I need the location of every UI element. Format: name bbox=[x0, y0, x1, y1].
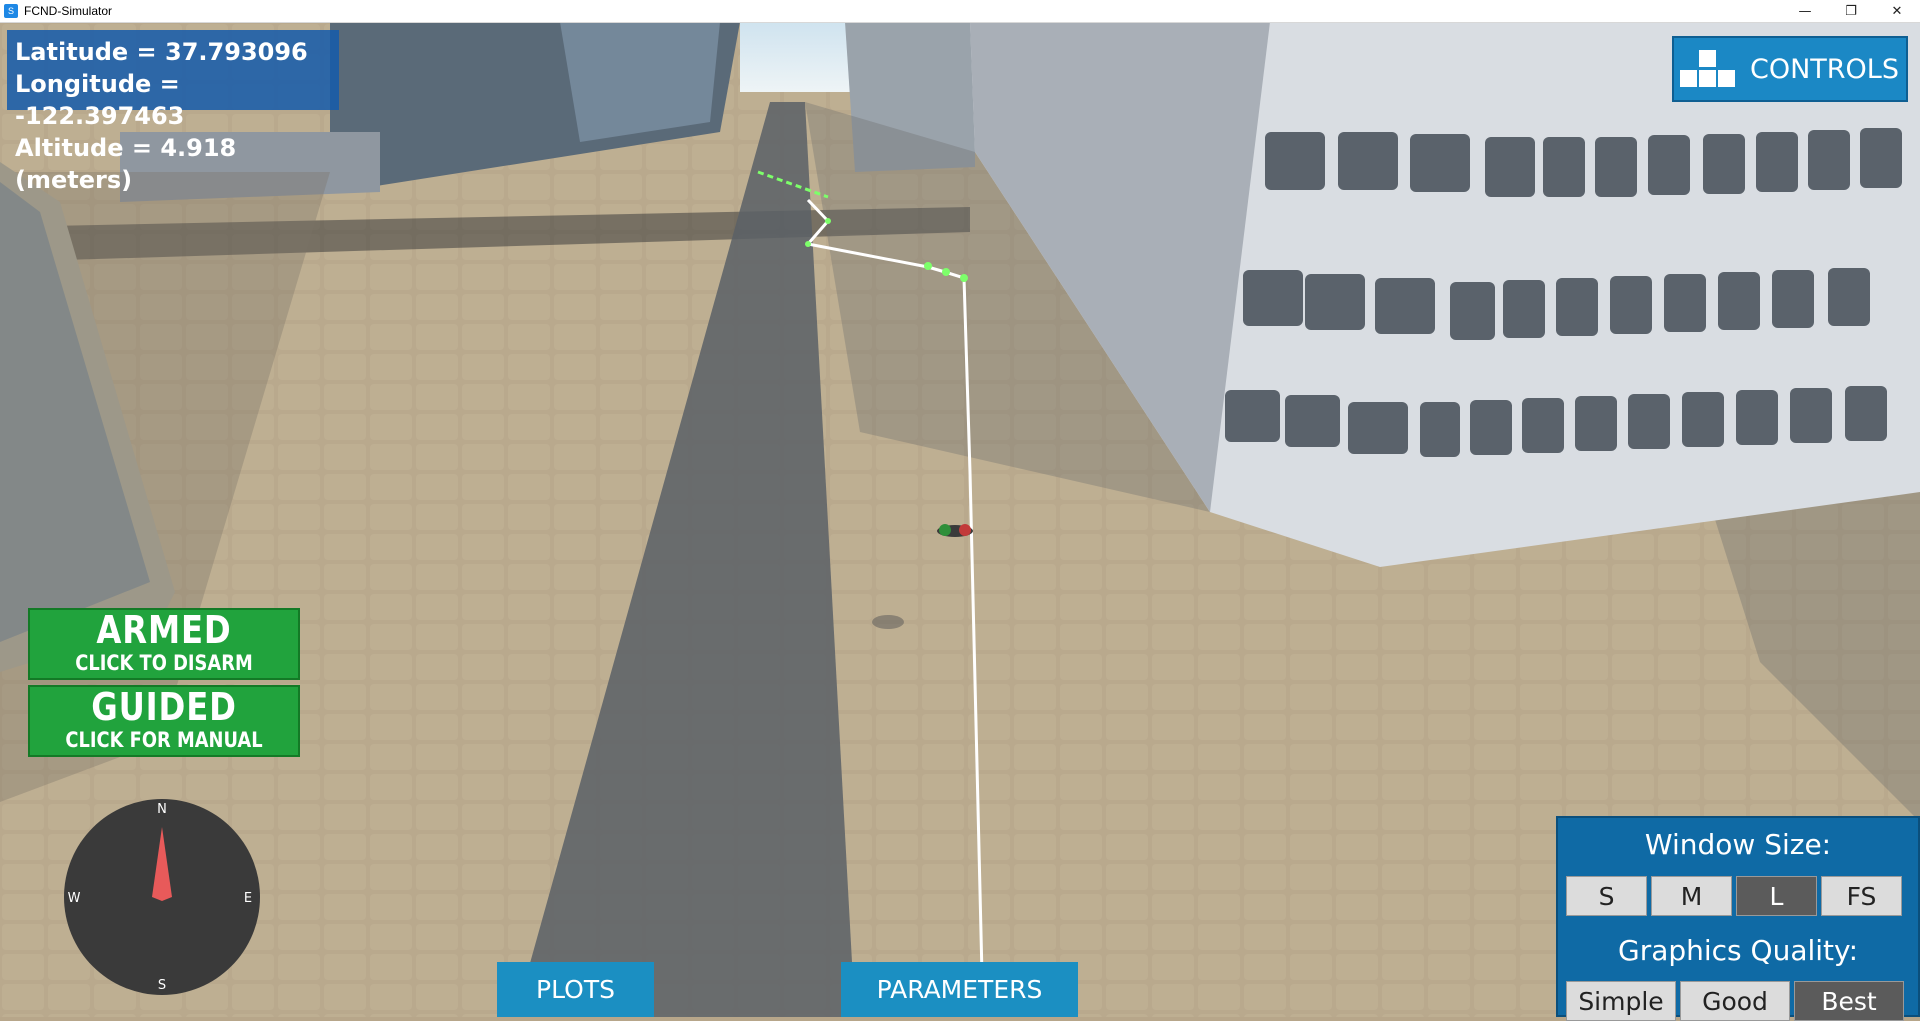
app-icon: S bbox=[4, 4, 18, 18]
compass-n: N bbox=[157, 802, 167, 817]
graphics-quality-heading: Graphics Quality: bbox=[1618, 934, 1858, 967]
graphics-simple-button[interactable]: Simple bbox=[1566, 981, 1676, 1021]
restore-button[interactable]: ❐ bbox=[1828, 0, 1874, 22]
window-size-l-button[interactable]: L bbox=[1736, 876, 1817, 916]
compass: N E S W bbox=[64, 799, 260, 995]
minimize-button[interactable]: — bbox=[1782, 0, 1828, 22]
controls-button[interactable]: CONTROLS bbox=[1672, 36, 1908, 102]
arm-toggle-button[interactable]: ARMED CLICK TO DISARM bbox=[28, 608, 300, 680]
window-title-bar: S FCND-Simulator — ❐ ✕ bbox=[0, 0, 1920, 23]
compass-s: S bbox=[158, 978, 166, 993]
graphics-best-button[interactable]: Best bbox=[1794, 981, 1904, 1021]
window-size-m-button[interactable]: M bbox=[1651, 876, 1732, 916]
altitude-readout: Altitude = 4.918 (meters) bbox=[15, 134, 237, 194]
settings-panel: Window Size: S M L FS Graphics Quality: Sim… bbox=[1556, 816, 1920, 1021]
plots-button[interactable]: PLOTS bbox=[497, 962, 654, 1017]
guided-toggle-button[interactable]: GUIDED CLICK FOR MANUAL bbox=[28, 685, 300, 757]
armed-state-label: ARMED bbox=[96, 608, 232, 652]
disarm-action-label: CLICK TO DISARM bbox=[75, 651, 253, 675]
compass-e: E bbox=[244, 891, 252, 906]
window-size-fs-button[interactable]: FS bbox=[1821, 876, 1902, 916]
controls-label: CONTROLS bbox=[1750, 53, 1899, 85]
graphics-good-button[interactable]: Good bbox=[1680, 981, 1790, 1021]
longitude-readout: Longitude = -122.397463 bbox=[15, 70, 185, 130]
telemetry-panel: Latitude = 37.793096 Longitude = -122.39… bbox=[7, 30, 339, 194]
compass-w: W bbox=[68, 891, 81, 906]
window-size-heading: Window Size: bbox=[1644, 828, 1832, 861]
parameters-button[interactable]: PARAMETERS bbox=[841, 962, 1078, 1017]
latitude-readout: Latitude = 37.793096 bbox=[15, 38, 308, 66]
close-button[interactable]: ✕ bbox=[1874, 0, 1920, 22]
window-title: FCND-Simulator bbox=[24, 4, 113, 18]
manual-action-label: CLICK FOR MANUAL bbox=[65, 728, 263, 752]
guided-state-label: GUIDED bbox=[91, 685, 237, 729]
controls-grid-icon bbox=[1678, 48, 1738, 90]
window-size-s-button[interactable]: S bbox=[1566, 876, 1647, 916]
